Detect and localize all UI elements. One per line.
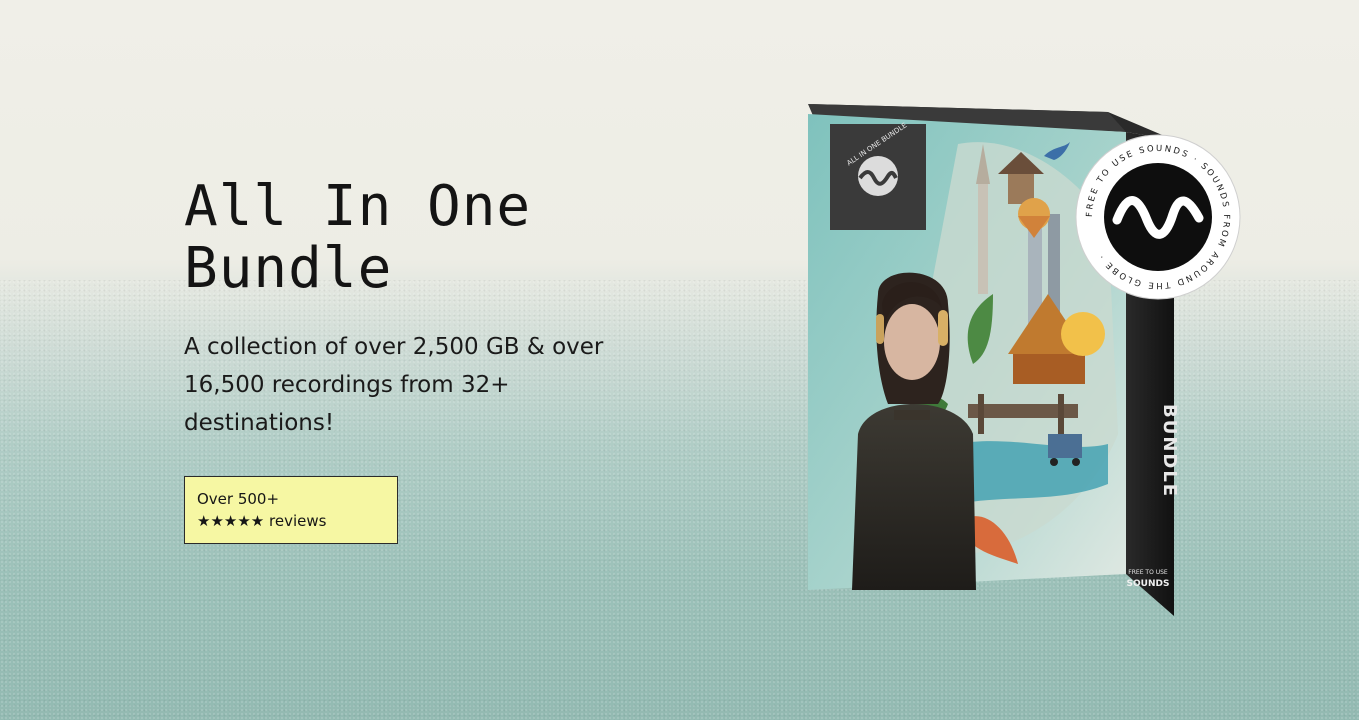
hero-description: A collection of over 2,500 GB & over 16,… [184, 334, 604, 436]
page-title: All In One Bundle [184, 176, 664, 300]
reviews-count: Over 500+ [197, 490, 280, 508]
spine-text: BUNDLE [1159, 404, 1178, 498]
brand-line-1: FREE TO USE [1128, 569, 1168, 576]
brand-seal: FREE TO USE SOUNDS · SOUNDS FROM AROUND … [1075, 134, 1241, 300]
star-rating-icon: ★★★★★ [197, 512, 265, 530]
reviews-badge: Over 500+ ★★★★★ reviews [184, 476, 398, 544]
title-line-1: All In One [184, 174, 532, 239]
brand-line-2: SOUNDS [1127, 579, 1170, 589]
title-line-2: Bundle [184, 236, 393, 301]
reviews-label: reviews [269, 512, 327, 530]
